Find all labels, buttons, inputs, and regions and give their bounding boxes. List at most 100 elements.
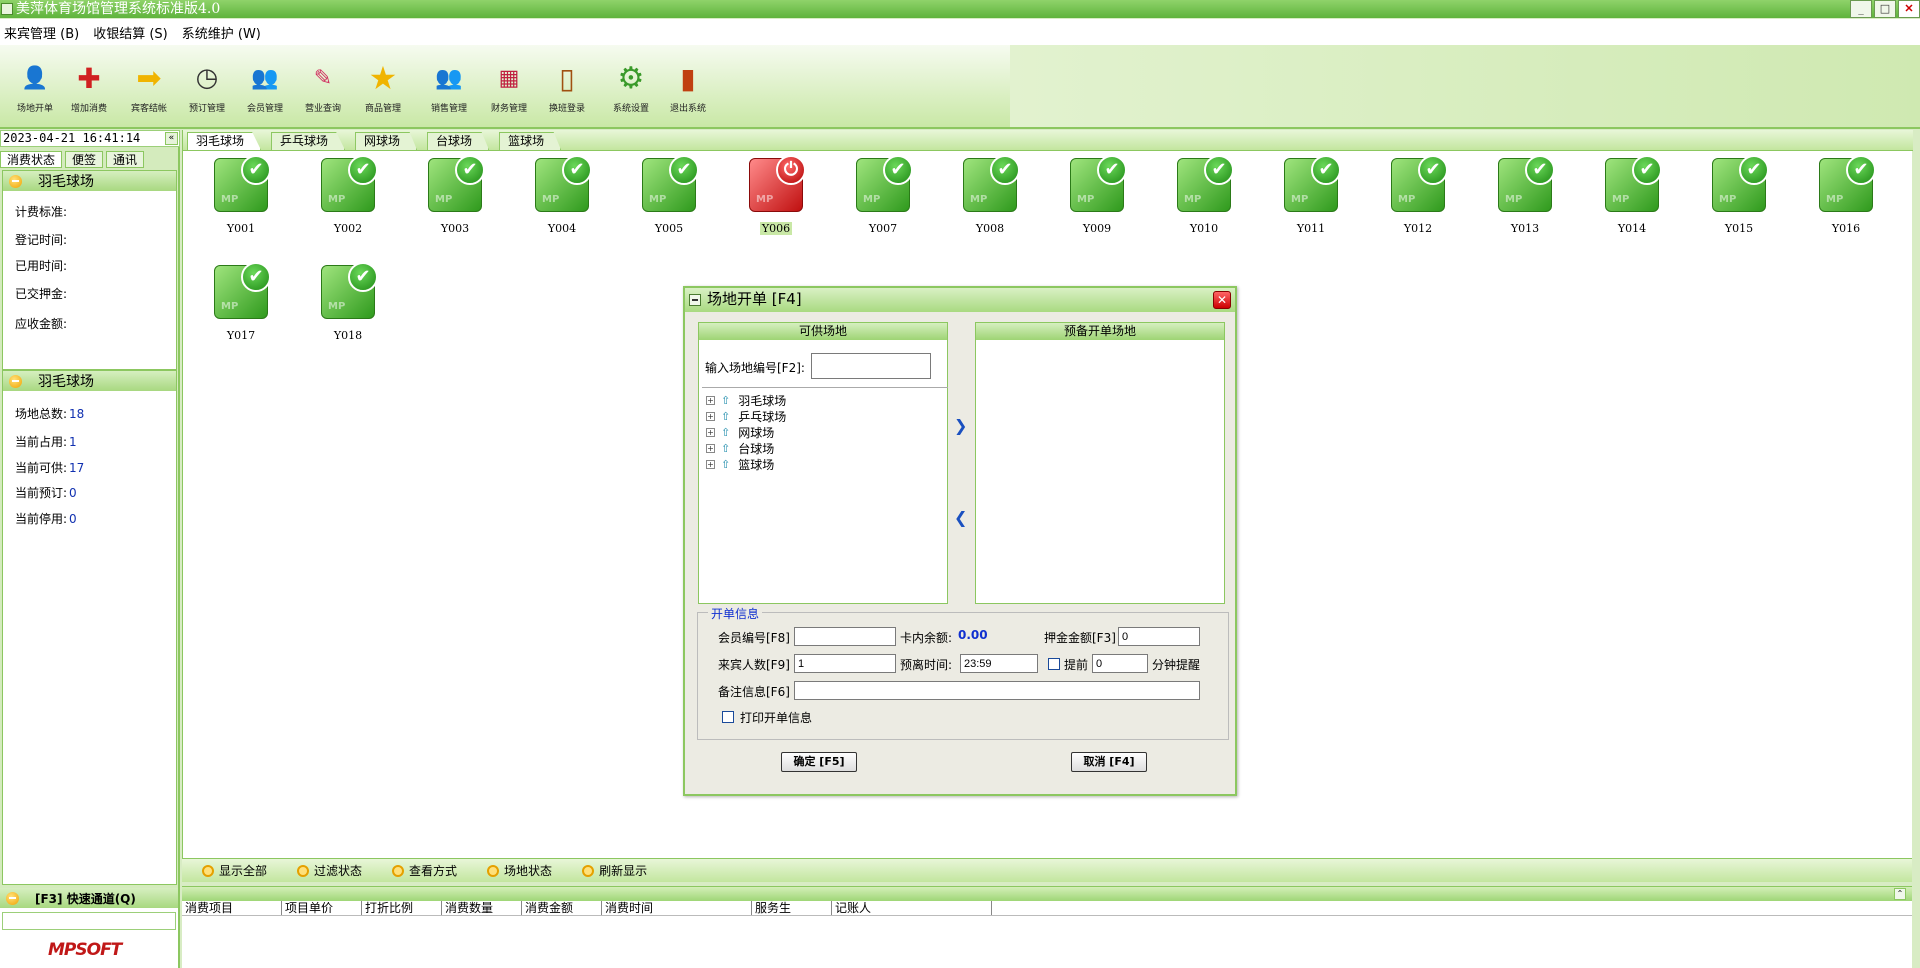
toolbar-add-consume-button[interactable]: ✚ 增加消费 bbox=[58, 59, 120, 115]
col-amount[interactable]: 消费金额 bbox=[522, 901, 602, 915]
tab-basketball[interactable]: 篮球场 bbox=[499, 132, 562, 150]
finance-calc-icon: ▦ bbox=[498, 65, 520, 91]
tree-node[interactable]: + ⇧ 羽毛球场 bbox=[702, 392, 948, 408]
court-tile[interactable]: ✔ MP Y013 bbox=[1490, 155, 1560, 235]
court-name: Y013 bbox=[1510, 222, 1540, 235]
collapse-icon[interactable] bbox=[6, 891, 19, 905]
court-free-icon: ✔ MP bbox=[1284, 155, 1341, 212]
maximize-button[interactable]: □ bbox=[1874, 0, 1896, 18]
tree-node[interactable]: + ⇧ 网球场 bbox=[702, 424, 948, 440]
filter-status-button[interactable]: 过滤状态 bbox=[297, 862, 362, 879]
court-tile[interactable]: ✔ MP Y012 bbox=[1383, 155, 1453, 235]
move-right-icon[interactable]: ❯ bbox=[954, 416, 967, 435]
tree-node[interactable]: + ⇧ 乒乓球场 bbox=[702, 408, 948, 424]
menu-guest[interactable]: 来宾管理 (B) bbox=[4, 23, 79, 42]
court-name: Y003 bbox=[440, 222, 470, 235]
stat-disabled: 当前停用: 0 bbox=[15, 512, 77, 526]
col-time[interactable]: 消费时间 bbox=[602, 901, 752, 915]
toolbar-query-button[interactable]: ✎ 营业查询 bbox=[292, 59, 354, 115]
print-checkbox[interactable] bbox=[722, 711, 734, 723]
show-all-button[interactable]: 显示全部 bbox=[202, 862, 267, 879]
guests-input[interactable] bbox=[794, 654, 896, 673]
toolbar-shift-button[interactable]: ▯ 换班登录 bbox=[536, 59, 598, 115]
menu-cashier[interactable]: 收银结算 (S) bbox=[93, 23, 168, 42]
court-tile[interactable]: ✔ MP Y014 bbox=[1597, 155, 1667, 235]
court-tile[interactable]: ✔ MP Y003 bbox=[420, 155, 490, 235]
toolbar-open-court-button[interactable]: 👤 场地开单 bbox=[4, 59, 66, 115]
remind-minutes-input[interactable] bbox=[1092, 654, 1148, 673]
quick-channel-input[interactable] bbox=[2, 912, 176, 930]
toolbar-reserve-button[interactable]: ◷ 预订管理 bbox=[176, 59, 238, 114]
tab-pingpong[interactable]: 乒乓球场 bbox=[271, 132, 346, 150]
check-icon: ✔ bbox=[1097, 155, 1127, 185]
col-waiter[interactable]: 服务生 bbox=[752, 901, 832, 915]
collapse-icon[interactable] bbox=[9, 174, 22, 188]
court-tile[interactable]: ✔ MP Y004 bbox=[527, 155, 597, 235]
court-tile[interactable]: ✔ MP Y009 bbox=[1062, 155, 1132, 235]
tab-contacts[interactable]: 通讯 bbox=[106, 151, 145, 168]
minimize-button[interactable]: _ bbox=[1850, 0, 1872, 18]
tab-tennis[interactable]: 网球场 bbox=[355, 132, 418, 150]
toolbar-finance-button[interactable]: ▦ 财务管理 bbox=[478, 59, 540, 115]
refresh-button[interactable]: 刷新显示 bbox=[582, 862, 647, 879]
remark-input[interactable] bbox=[794, 681, 1200, 700]
menu-system[interactable]: 系统维护 (W) bbox=[182, 23, 261, 42]
court-tile[interactable]: ✔ MP Y010 bbox=[1169, 155, 1239, 235]
tree-node[interactable]: + ⇧ 台球场 bbox=[702, 440, 948, 456]
confirm-button[interactable]: 确定 [F5] bbox=[781, 752, 857, 772]
court-free-icon: ✔ MP bbox=[1177, 155, 1234, 212]
col-item[interactable]: 消费项目 bbox=[182, 901, 282, 915]
court-tile[interactable]: ✔ MP Y005 bbox=[634, 155, 704, 235]
tab-badminton[interactable]: 羽毛球场 bbox=[187, 132, 262, 150]
toolbar-sales-button[interactable]: 👥 销售管理 bbox=[418, 59, 480, 115]
court-status-button[interactable]: 场地状态 bbox=[487, 862, 552, 879]
court-free-icon: ✔ MP bbox=[856, 155, 913, 212]
close-button[interactable]: ✕ bbox=[1898, 0, 1920, 18]
col-qty[interactable]: 消费数量 bbox=[442, 901, 522, 915]
toolbar-goods-button[interactable]: ★ 商品管理 bbox=[352, 59, 414, 114]
dialog-menu-icon[interactable] bbox=[689, 294, 701, 306]
court-name: Y010 bbox=[1189, 222, 1219, 235]
court-tile[interactable]: ✔ MP Y016 bbox=[1811, 155, 1881, 235]
tab-billiards[interactable]: 台球场 bbox=[427, 132, 490, 150]
toolbar-checkout-button[interactable]: ➡ 宾客结帐 bbox=[118, 59, 180, 115]
collapse-icon[interactable] bbox=[9, 374, 22, 388]
reserve-clock-icon: ◷ bbox=[195, 63, 219, 93]
app-icon[interactable] bbox=[1, 3, 13, 15]
tab-consume-status[interactable]: 消费状态 bbox=[0, 151, 63, 168]
court-number-input[interactable] bbox=[811, 353, 931, 379]
expand-grid-button[interactable]: ⌃ bbox=[1894, 888, 1906, 900]
dialog-close-button[interactable]: ✕ bbox=[1213, 291, 1231, 309]
cancel-button[interactable]: 取消 [F4] bbox=[1071, 752, 1147, 772]
court-tile[interactable]: ✔ MP Y011 bbox=[1276, 155, 1346, 235]
toolbar-exit-button[interactable]: ▮ 退出系统 bbox=[657, 59, 719, 115]
col-recorder[interactable]: 记账人 bbox=[832, 901, 992, 915]
view-mode-button[interactable]: 查看方式 bbox=[392, 862, 457, 879]
quick-title: [F3] 快速通道(Q) bbox=[35, 891, 136, 906]
toolbar-settings-button[interactable]: ⚙ 系统设置 bbox=[600, 59, 662, 115]
deposit-input[interactable] bbox=[1118, 627, 1200, 646]
used-time-label: 已用时间: bbox=[15, 259, 68, 273]
court-tile[interactable]: ✔ MP Y018 bbox=[313, 262, 383, 342]
tab-notes[interactable]: 便签 bbox=[65, 151, 104, 168]
court-tile[interactable]: ✔ MP Y015 bbox=[1704, 155, 1774, 235]
col-discount[interactable]: 打折比例 bbox=[362, 901, 442, 915]
court-tile[interactable]: ✔ MP Y017 bbox=[206, 262, 276, 342]
remind-checkbox[interactable] bbox=[1048, 658, 1060, 670]
toolbar-members-button[interactable]: 👥 会员管理 bbox=[234, 59, 296, 115]
collapse-left-button[interactable]: « bbox=[165, 132, 178, 145]
check-icon: ✔ bbox=[1204, 155, 1234, 185]
court-name: Y004 bbox=[547, 222, 577, 235]
move-left-icon[interactable]: ❮ bbox=[954, 508, 967, 527]
register-time-label: 登记时间: bbox=[15, 233, 68, 247]
court-tile[interactable]: ✔ MP Y002 bbox=[313, 155, 383, 235]
leave-time-input[interactable] bbox=[960, 654, 1038, 673]
member-input[interactable] bbox=[794, 627, 896, 646]
col-price[interactable]: 项目单价 bbox=[282, 901, 362, 915]
court-tile[interactable]: ✔ MP Y008 bbox=[955, 155, 1025, 235]
tree-node[interactable]: + ⇧ 篮球场 bbox=[702, 456, 948, 472]
window-title: 美萍体育场馆管理系统标准版4.0 bbox=[16, 1, 221, 17]
court-tile[interactable]: ✔ MP Y007 bbox=[848, 155, 918, 235]
court-tile[interactable]: ⏻ MP Y006 bbox=[741, 155, 811, 235]
court-tile[interactable]: ✔ MP Y001 bbox=[206, 155, 276, 235]
